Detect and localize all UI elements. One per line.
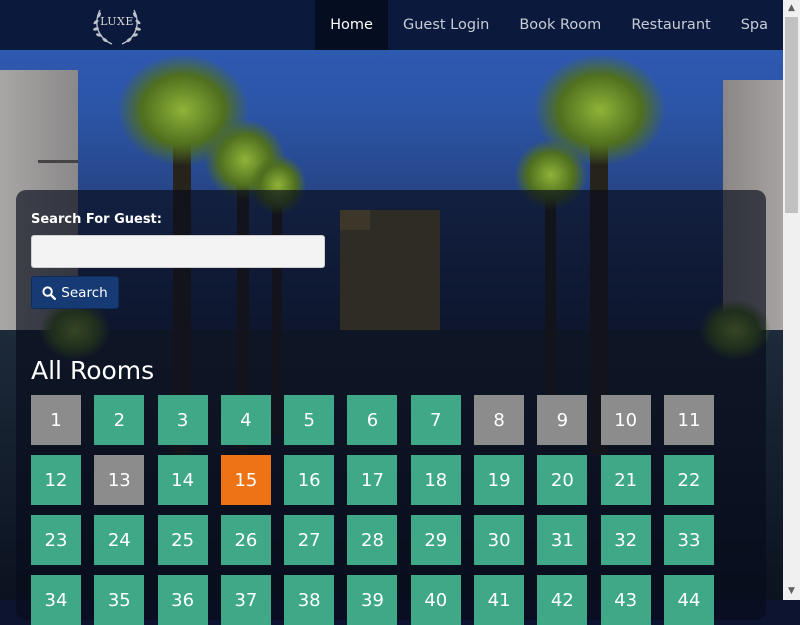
room-tile[interactable]: 21 bbox=[600, 455, 651, 505]
search-button-label: Search bbox=[61, 284, 108, 301]
room-tile[interactable]: 38 bbox=[284, 575, 335, 625]
room-tile[interactable]: 9 bbox=[537, 395, 588, 445]
room-tile[interactable]: 30 bbox=[474, 515, 525, 565]
nav-guest-login[interactable]: Guest Login bbox=[388, 0, 504, 50]
room-tile[interactable]: 41 bbox=[474, 575, 525, 625]
room-tile[interactable]: 42 bbox=[537, 575, 588, 625]
search-icon bbox=[42, 285, 57, 300]
room-tile[interactable]: 13 bbox=[94, 455, 145, 505]
room-tile[interactable]: 36 bbox=[157, 575, 208, 625]
room-tile[interactable]: 22 bbox=[663, 455, 714, 505]
guest-search-input[interactable] bbox=[31, 235, 325, 268]
nav-home[interactable]: Home bbox=[315, 0, 388, 50]
room-tile[interactable]: 28 bbox=[347, 515, 398, 565]
room-tile[interactable]: 19 bbox=[474, 455, 525, 505]
room-tile[interactable]: 5 bbox=[284, 395, 335, 445]
logo-text: LUXE bbox=[100, 15, 134, 28]
room-tile[interactable]: 8 bbox=[474, 395, 525, 445]
search-label: Search For Guest: bbox=[31, 212, 162, 227]
nav-spa[interactable]: Spa bbox=[726, 0, 783, 50]
room-tile[interactable]: 40 bbox=[410, 575, 461, 625]
room-tile[interactable]: 27 bbox=[284, 515, 335, 565]
room-tile[interactable]: 43 bbox=[600, 575, 651, 625]
scroll-up-arrow-icon[interactable]: ▲ bbox=[783, 0, 800, 17]
room-tile[interactable]: 17 bbox=[347, 455, 398, 505]
room-grid: 1 2 3 4 5 6 7 8 9 10 11 12 13 14 15 16 17 18 19 20 21 22 23 24 2… bbox=[31, 395, 714, 625]
room-tile[interactable]: 12 bbox=[31, 455, 81, 505]
room-tile[interactable]: 34 bbox=[31, 575, 81, 625]
room-tile[interactable]: 25 bbox=[157, 515, 208, 565]
page-scrollbar[interactable]: ▲ ▼ bbox=[783, 0, 800, 600]
room-tile[interactable]: 24 bbox=[94, 515, 145, 565]
room-tile[interactable]: 11 bbox=[663, 395, 714, 445]
room-tile[interactable]: 4 bbox=[220, 395, 271, 445]
room-tile[interactable]: 31 bbox=[537, 515, 588, 565]
room-tile[interactable]: 14 bbox=[157, 455, 208, 505]
room-tile[interactable]: 20 bbox=[537, 455, 588, 505]
luxe-logo[interactable]: LUXE bbox=[90, 2, 144, 48]
all-rooms-heading: All Rooms bbox=[31, 356, 155, 385]
rooms-panel: Search For Guest: Search All Rooms 12345… bbox=[16, 190, 766, 625]
room-tile[interactable]: 23 bbox=[31, 515, 81, 565]
room-tile[interactable]: 39 bbox=[347, 575, 398, 625]
nav-book-room[interactable]: Book Room bbox=[504, 0, 616, 50]
room-tile[interactable]: 37 bbox=[220, 575, 271, 625]
room-tile[interactable]: 32 bbox=[600, 515, 651, 565]
search-button[interactable]: Search bbox=[31, 276, 119, 309]
scroll-down-arrow-icon[interactable]: ▼ bbox=[783, 583, 800, 600]
room-tile[interactable]: 7 bbox=[410, 395, 461, 445]
room-tile[interactable]: 44 bbox=[663, 575, 714, 625]
room-tile[interactable]: 10 bbox=[600, 395, 651, 445]
room-tile[interactable]: 3 bbox=[157, 395, 208, 445]
nav-restaurant[interactable]: Restaurant bbox=[616, 0, 725, 50]
room-tile[interactable]: 6 bbox=[347, 395, 398, 445]
room-tile[interactable]: 26 bbox=[220, 515, 271, 565]
room-tile[interactable]: 2 bbox=[94, 395, 145, 445]
room-tile[interactable]: 18 bbox=[410, 455, 461, 505]
room-tile[interactable]: 33 bbox=[663, 515, 714, 565]
room-tile[interactable]: 29 bbox=[410, 515, 461, 565]
top-navbar: LUXE Home Guest Login Book Room Restaura… bbox=[0, 0, 783, 50]
room-tile[interactable]: 16 bbox=[284, 455, 335, 505]
room-tile[interactable]: 1 bbox=[31, 395, 81, 445]
room-tile[interactable]: 35 bbox=[94, 575, 145, 625]
room-tile[interactable]: 15 bbox=[220, 455, 271, 505]
main-nav: Home Guest Login Book Room Restaurant Sp… bbox=[315, 0, 783, 50]
scrollbar-thumb[interactable] bbox=[785, 17, 798, 213]
